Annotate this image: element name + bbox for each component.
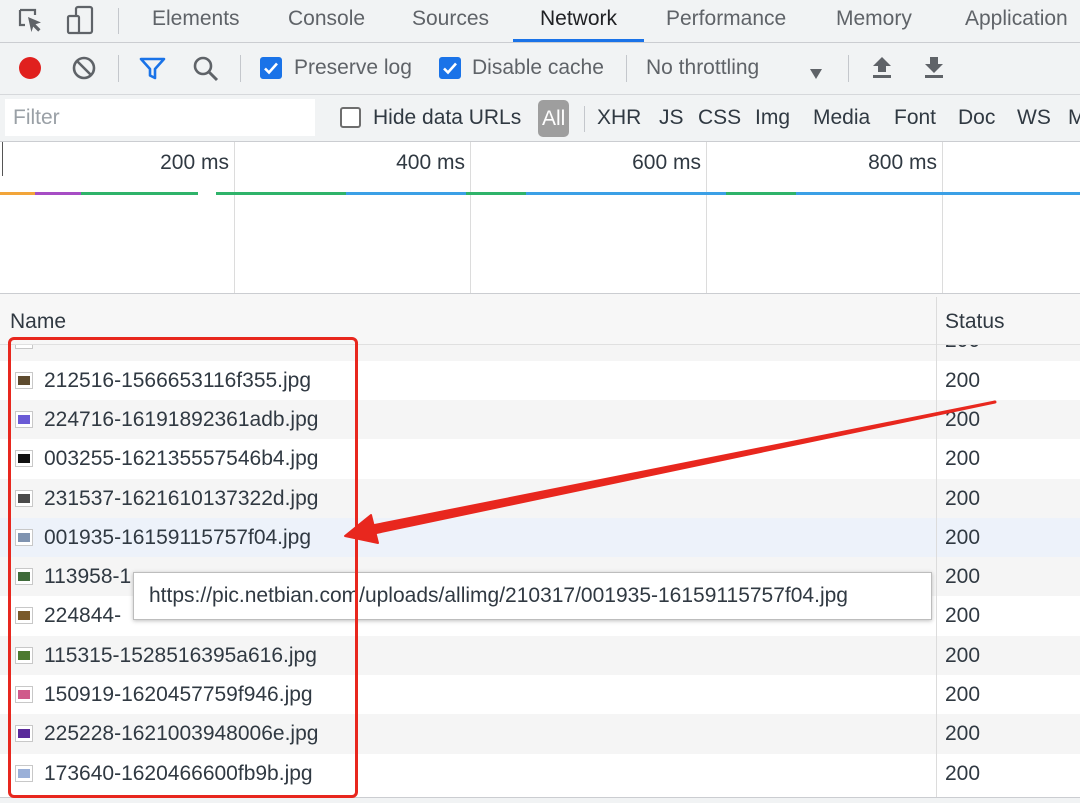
request-status: 200 — [945, 345, 980, 361]
preserve-log-checkbox[interactable] — [260, 57, 282, 79]
filter-type-img[interactable]: Img — [755, 95, 790, 141]
annotation-highlight-box — [8, 337, 358, 798]
waterfall-segment — [35, 192, 81, 195]
timeline-tick-label: 600 ms — [632, 151, 701, 174]
timeline-tick-label: 400 ms — [396, 151, 465, 174]
request-status: 200 — [945, 407, 981, 431]
filter-input[interactable] — [5, 99, 315, 136]
waterfall-segment — [81, 192, 198, 195]
request-status: 200 — [945, 722, 981, 746]
request-status: 200 — [945, 761, 981, 785]
waterfall-segment — [216, 192, 346, 195]
import-har-upload-icon[interactable] — [871, 55, 893, 87]
filter-type-all[interactable]: All — [538, 100, 570, 137]
column-divider[interactable] — [936, 297, 937, 797]
filter-type-font[interactable]: Font — [894, 95, 936, 141]
devtools-tab-bar: Elements Console Sources Network Perform… — [0, 0, 1080, 43]
waterfall-segment — [796, 192, 1080, 195]
request-status: 200 — [945, 525, 981, 549]
tab-network[interactable]: Network — [513, 0, 644, 42]
separator — [240, 55, 241, 82]
filter-type-ws[interactable]: WS — [1017, 95, 1051, 141]
waterfall-segment — [466, 192, 526, 195]
timeline-gridline — [942, 142, 943, 293]
waterfall-segment — [526, 192, 726, 195]
separator — [118, 55, 119, 82]
timeline-gridline — [234, 142, 235, 293]
filter-type-doc[interactable]: Doc — [958, 95, 995, 141]
filter-type-css[interactable]: CSS — [698, 95, 741, 141]
tab-console[interactable]: Console — [288, 0, 365, 42]
request-status: 200 — [945, 604, 981, 628]
search-icon[interactable] — [192, 55, 219, 88]
timeline-gridline — [470, 142, 471, 293]
request-status: 200 — [945, 565, 981, 589]
tab-application[interactable]: Application — [965, 0, 1068, 42]
disable-cache-checkbox[interactable] — [439, 57, 461, 79]
waterfall-segment — [346, 192, 466, 195]
throttling-value: No throttling — [646, 56, 760, 79]
separator — [118, 8, 119, 34]
waterfall-segment — [726, 192, 796, 195]
timeline-overview[interactable]: 200 ms 400 ms 600 ms 800 ms — [0, 142, 1080, 294]
filter-icon[interactable] — [139, 56, 166, 88]
separator — [626, 55, 627, 82]
clear-icon[interactable] — [71, 55, 97, 87]
preserve-log-label[interactable]: Preserve log — [294, 43, 412, 94]
request-status: 200 — [945, 683, 981, 707]
filter-type-media[interactable]: Media — [813, 95, 870, 141]
tab-sources[interactable]: Sources — [412, 0, 489, 42]
separator — [584, 106, 585, 132]
filter-type-manifest[interactable]: M — [1068, 95, 1080, 141]
timeline-gridline — [706, 142, 707, 293]
disable-cache-label[interactable]: Disable cache — [472, 43, 604, 94]
hide-data-urls-checkbox[interactable] — [340, 107, 361, 128]
tab-memory[interactable]: Memory — [836, 0, 912, 42]
export-har-download-icon[interactable] — [923, 55, 945, 87]
timeline-tick-label: 200 ms — [160, 151, 229, 174]
chevron-down-icon — [809, 62, 823, 86]
network-toolbar: Preserve log Disable cache No throttling — [0, 43, 1080, 95]
filter-type-xhr[interactable]: XHR — [597, 95, 641, 141]
device-toolbar-icon[interactable] — [66, 5, 96, 41]
request-status: 200 — [945, 368, 981, 392]
waterfall-segment — [0, 192, 35, 195]
column-header-status[interactable]: Status — [945, 294, 1005, 345]
record-icon[interactable] — [18, 56, 42, 86]
inspect-element-icon[interactable] — [17, 7, 45, 41]
request-status: 200 — [945, 643, 981, 667]
tab-performance[interactable]: Performance — [666, 0, 786, 42]
request-status: 200 — [945, 486, 981, 510]
timeline-tick-label: 800 ms — [868, 151, 937, 174]
timeline-start-marker — [2, 142, 3, 176]
tab-elements[interactable]: Elements — [152, 0, 240, 42]
hide-data-urls-label[interactable]: Hide data URLs — [373, 95, 521, 141]
filter-bar: Hide data URLs All XHR JS CSS Img Media … — [0, 95, 1080, 142]
request-status: 200 — [945, 447, 981, 471]
separator — [848, 55, 849, 82]
filter-type-js[interactable]: JS — [659, 95, 684, 141]
